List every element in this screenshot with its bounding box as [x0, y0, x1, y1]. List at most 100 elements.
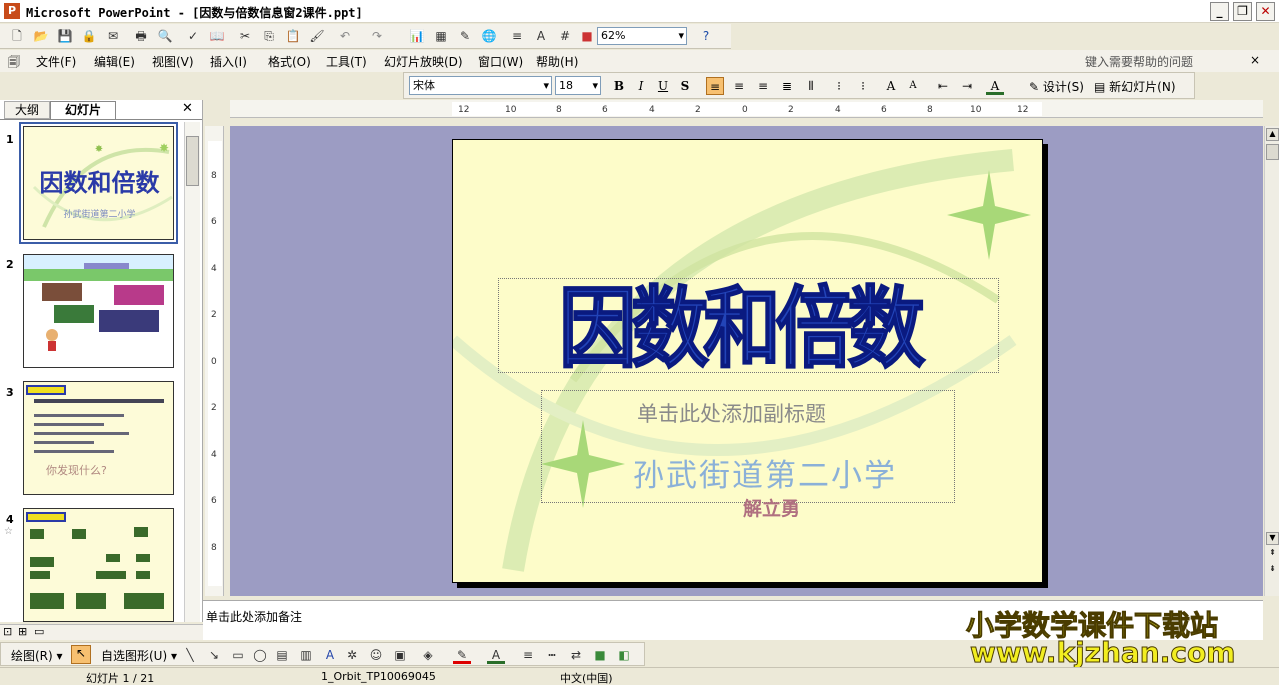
grid-icon[interactable]: # — [556, 27, 574, 45]
copy-icon[interactable]: ⎘ — [260, 27, 278, 45]
draw-menu-button[interactable]: 绘图(R) ▾ — [11, 647, 63, 664]
thumbnail-scrollbar[interactable] — [184, 122, 200, 622]
slide-thumbnail[interactable] — [23, 254, 174, 368]
oval-icon[interactable]: ◯ — [251, 646, 269, 664]
menu-insert[interactable]: 插入(I) — [210, 53, 247, 70]
restore-button[interactable]: ❐ — [1233, 2, 1252, 21]
bold-icon[interactable]: B — [610, 77, 628, 95]
open-icon[interactable]: 📂 — [32, 27, 50, 45]
slideshow-icon[interactable]: ▭ — [34, 625, 44, 638]
rectangle-icon[interactable]: ▭ — [229, 646, 247, 664]
email-icon[interactable]: ✉ — [104, 27, 122, 45]
clipart-icon[interactable]: ☺ — [367, 646, 385, 664]
font-color-icon[interactable]: A — [487, 646, 505, 664]
expand-all-icon[interactable]: ≡ — [508, 27, 526, 45]
permission-icon[interactable]: 🔒 — [80, 27, 98, 45]
menu-view[interactable]: 视图(V) — [152, 53, 194, 70]
format-painter-icon[interactable]: 🖌 — [308, 27, 326, 45]
print-icon[interactable]: 🖶 — [132, 27, 150, 45]
textbox-icon[interactable]: ▤ — [273, 646, 291, 664]
menu-edit[interactable]: 编辑(E) — [94, 53, 135, 70]
tab-slides[interactable]: 幻灯片 — [50, 101, 116, 119]
design-button[interactable]: ✎ 设计(S) — [1029, 78, 1084, 95]
menu-file[interactable]: 文件(F) — [36, 53, 76, 70]
previous-slide-icon[interactable]: ⇞ — [1266, 548, 1279, 561]
redo-icon[interactable]: ↷ — [368, 27, 386, 45]
menu-format[interactable]: 格式(O) — [268, 53, 311, 70]
line-color-icon[interactable]: ✎ — [453, 646, 471, 664]
zoom-select[interactable]: 62% ▾ — [597, 27, 687, 45]
fill-color-icon[interactable]: ◈ — [419, 646, 437, 664]
arrow-style-icon[interactable]: ⇄ — [567, 646, 585, 664]
vertical-textbox-icon[interactable]: ▥ — [297, 646, 315, 664]
shadow-style-icon[interactable]: ■ — [591, 646, 609, 664]
italic-icon[interactable]: I — [632, 77, 650, 95]
help-icon[interactable]: ? — [697, 27, 715, 45]
help-search-input[interactable]: 键入需要帮助的问题 — [1085, 53, 1193, 70]
horizontal-ruler[interactable]: 12 10 8 6 4 2 0 2 4 6 8 10 12 — [230, 100, 1263, 118]
font-select[interactable]: 宋体 ▾ — [409, 76, 552, 95]
tables-borders-icon[interactable]: ✎ — [456, 27, 474, 45]
diagram-icon[interactable]: ✲ — [343, 646, 361, 664]
underline-icon[interactable]: U — [654, 77, 672, 95]
cut-icon[interactable]: ✂ — [236, 27, 254, 45]
next-slide-icon[interactable]: ⇟ — [1266, 564, 1279, 577]
table-icon[interactable]: ▦ — [432, 27, 450, 45]
decrease-font-icon[interactable]: A — [904, 77, 922, 95]
picture-icon[interactable]: ▣ — [391, 646, 409, 664]
font-color-icon[interactable]: A — [986, 77, 1004, 95]
line-style-icon[interactable]: ≡ — [519, 646, 537, 664]
increase-indent-icon[interactable]: ⇥ — [958, 77, 976, 95]
numbering-icon[interactable]: ⁝ — [830, 77, 848, 95]
slide-thumbnail[interactable]: ✸ ✸ 因数和倍数 孙武街道第二小学 — [23, 126, 174, 240]
align-right-icon[interactable]: ≡ — [754, 77, 772, 95]
scroll-thumb[interactable] — [1266, 144, 1279, 160]
slide-scrollbar[interactable]: ▲ ▼ ⇞ ⇟ — [1264, 126, 1279, 596]
select-pointer-icon[interactable]: ↖ — [71, 645, 91, 664]
increase-font-icon[interactable]: A — [882, 77, 900, 95]
save-icon[interactable]: 💾 — [56, 27, 74, 45]
close-pane-icon[interactable]: ✕ — [182, 101, 193, 116]
new-icon[interactable]: 🗋 — [8, 27, 26, 45]
show-formatting-icon[interactable]: A — [532, 27, 550, 45]
distribute-icon[interactable]: ⦀ — [802, 77, 820, 95]
line-icon[interactable]: ╲ — [181, 646, 199, 664]
dash-style-icon[interactable]: ┅ — [543, 646, 561, 664]
close-button[interactable]: ✕ — [1256, 2, 1275, 21]
normal-view-icon[interactable]: ⊡ — [3, 625, 12, 638]
menu-slideshow[interactable]: 幻灯片放映(D) — [384, 53, 463, 70]
powerpoint-icon[interactable]: P — [4, 3, 20, 19]
hyperlink-icon[interactable]: 🌐 — [480, 27, 498, 45]
slide[interactable]: 因数和倍数 单击此处添加副标题 孙武街道第二小学 解立勇 — [452, 139, 1043, 583]
menu-window[interactable]: 窗口(W) — [478, 53, 523, 70]
scroll-down-icon[interactable]: ▼ — [1266, 532, 1279, 545]
scroll-up-icon[interactable]: ▲ — [1266, 128, 1279, 141]
slide-thumbnail[interactable] — [23, 508, 174, 622]
close-document-icon[interactable]: × — [1250, 53, 1260, 67]
slide-sorter-icon[interactable]: ⊞ — [18, 625, 27, 638]
bullets-icon[interactable]: ⁝ — [854, 77, 872, 95]
tab-outline[interactable]: 大纲 — [4, 101, 50, 119]
align-left-icon[interactable]: ≡ — [706, 77, 724, 95]
3d-style-icon[interactable]: ◧ — [615, 646, 633, 664]
slide-thumbnail[interactable]: 你发现什么? — [23, 381, 174, 495]
menu-tools[interactable]: 工具(T) — [326, 53, 367, 70]
shadow-icon[interactable]: S — [676, 77, 694, 95]
document-icon[interactable]: 🗐 — [8, 53, 20, 74]
menu-help[interactable]: 帮助(H) — [536, 53, 578, 70]
autoshapes-menu-button[interactable]: 自选图形(U) ▾ — [101, 647, 177, 664]
undo-icon[interactable]: ↶ — [336, 27, 354, 45]
new-slide-button[interactable]: ▤ 新幻灯片(N) — [1094, 78, 1176, 95]
research-icon[interactable]: 📖 — [208, 27, 226, 45]
decrease-indent-icon[interactable]: ⇤ — [934, 77, 952, 95]
paste-icon[interactable]: 📋 — [284, 27, 302, 45]
chart-icon[interactable]: 📊 — [408, 27, 426, 45]
arrow-icon[interactable]: ↘ — [205, 646, 223, 664]
print-preview-icon[interactable]: 🔍 — [156, 27, 174, 45]
color-grayscale-icon[interactable]: ■ — [578, 27, 596, 45]
spelling-icon[interactable]: ✓ — [184, 27, 202, 45]
scroll-thumb[interactable] — [186, 136, 199, 186]
wordart-icon[interactable]: A — [321, 646, 339, 664]
vertical-ruler[interactable]: 8 6 4 2 0 2 4 6 8 — [205, 126, 224, 596]
align-center-icon[interactable]: ≡ — [730, 77, 748, 95]
